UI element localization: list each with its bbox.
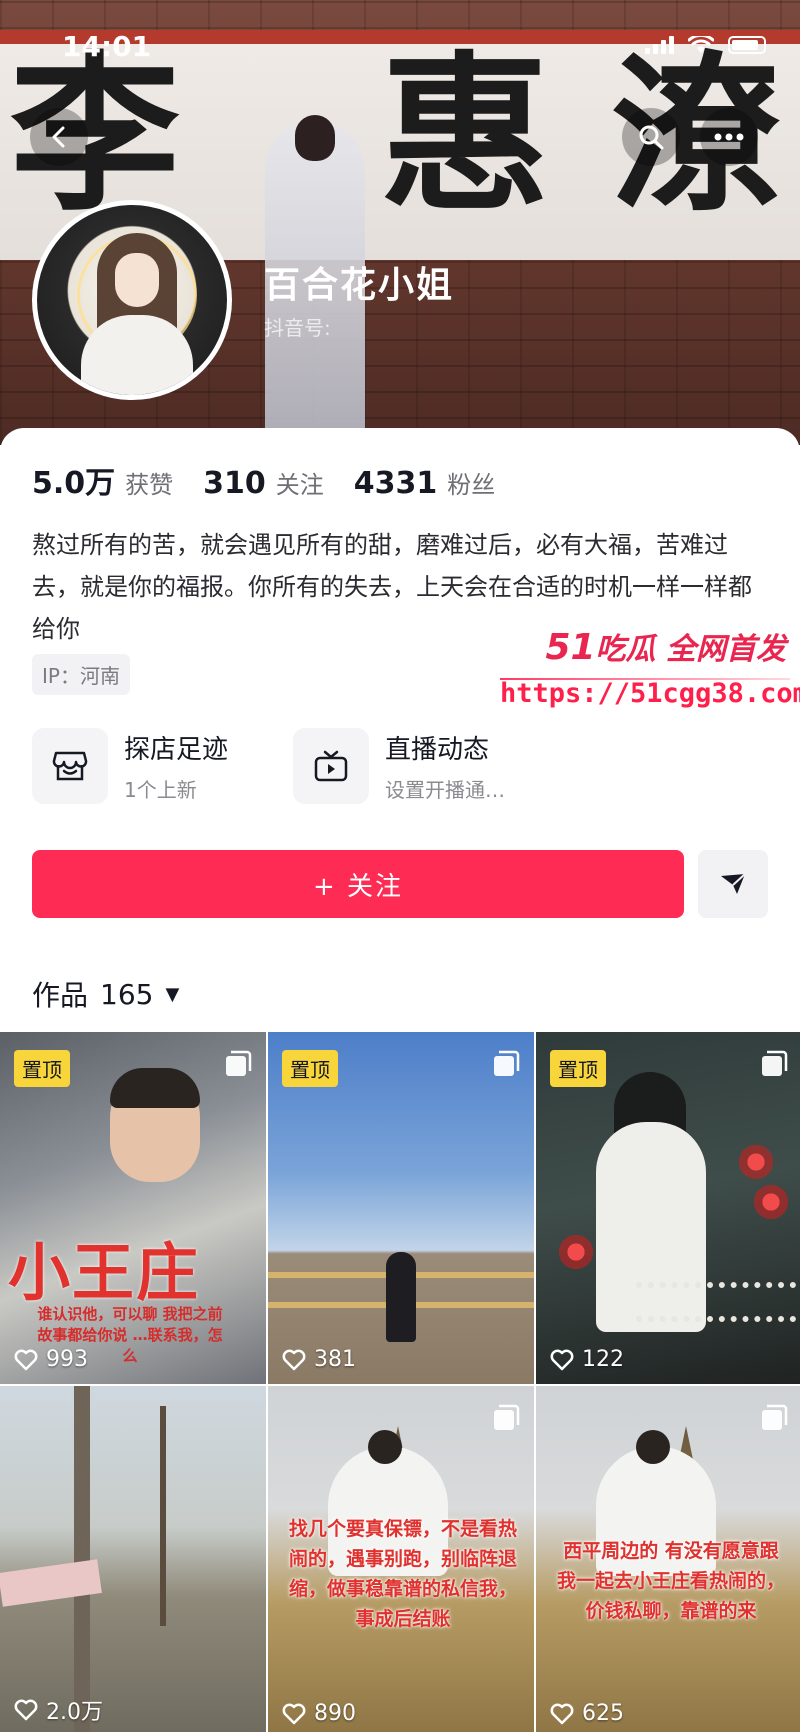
tile-bones <box>636 1282 796 1322</box>
stat-label: 粉丝 <box>447 471 496 499</box>
like-count: 381 <box>282 1347 356 1372</box>
feature-title: 探店足迹 <box>124 735 229 765</box>
heart-icon <box>550 1349 574 1370</box>
more-button[interactable] <box>700 108 758 166</box>
video-tile[interactable]: 找几个要真保镖，不是看热闹的，遇事别跑，别临阵退缩，做事稳靠谱的私信我，事成后结… <box>268 1386 534 1732</box>
chevron-left-icon <box>52 126 65 148</box>
heart-icon <box>14 1349 38 1370</box>
tv-icon <box>293 728 369 804</box>
profile-name: 百合花小姐 <box>264 265 455 306</box>
tile-overlay-text: 西平周边的 有没有愿意跟我一起去小王庄看热闹的，价钱私聊，靠谱的来 <box>556 1540 785 1622</box>
stat-value: 4331 <box>353 466 438 501</box>
tile-flower <box>736 1142 776 1182</box>
tile-tree <box>160 1406 166 1626</box>
watermark-brand-num: 51 <box>545 627 596 668</box>
watermark-overlay: 51吃瓜 全网首发 https://51cgg38.com <box>500 624 800 709</box>
tile-flower <box>556 1232 596 1272</box>
avatar-face <box>115 253 159 307</box>
stat-following[interactable]: 310 关注 <box>203 465 324 501</box>
like-count-value: 381 <box>314 1347 356 1372</box>
feature-subtitle: 1个上新 <box>124 778 197 802</box>
pinned-badge: 置顶 <box>282 1050 338 1087</box>
multi-image-icon <box>494 1404 520 1430</box>
video-tile[interactable]: 置顶 381 <box>268 1032 534 1384</box>
tile-pole <box>74 1386 90 1732</box>
heart-icon <box>14 1699 38 1721</box>
stat-value: 5.0万 <box>32 466 116 501</box>
caret-down-icon: ▼ <box>165 983 180 1005</box>
watermark-brand-text: 吃瓜 全网首发 <box>595 632 786 667</box>
tile-figure <box>386 1252 416 1342</box>
like-count: 625 <box>550 1701 624 1726</box>
video-tile[interactable]: 西平周边的 有没有愿意跟我一起去小王庄看热闹的，价钱私聊，靠谱的来 625 <box>536 1386 800 1732</box>
feature-store-visits[interactable]: 探店足迹 1个上新 <box>32 728 228 804</box>
heart-icon <box>550 1703 574 1724</box>
works-label: 作品 <box>32 979 89 1012</box>
like-count: 122 <box>550 1347 624 1372</box>
pinned-badge: 置顶 <box>550 1050 606 1087</box>
works-count: 165 <box>100 977 154 1011</box>
like-count: 2.0万 <box>14 1694 103 1726</box>
follow-button[interactable]: + 关注 <box>32 850 684 918</box>
search-button[interactable] <box>622 108 680 166</box>
tile-overlay-text: 找几个要真保镖，不是看热闹的，遇事别跑，别临阵退缩，做事稳靠谱的私信我，事成后结… <box>288 1518 517 1630</box>
watermark-rule <box>500 678 790 680</box>
like-count-value: 993 <box>46 1347 88 1372</box>
video-tile[interactable]: 2.0万 <box>0 1386 266 1732</box>
tile-figure-hair <box>636 1430 670 1464</box>
like-count-value: 890 <box>314 1701 356 1726</box>
tile-figure-hair <box>110 1068 200 1108</box>
tile-figure-hair <box>368 1430 402 1464</box>
ip-location-tag: IP：河南 <box>32 654 130 695</box>
battery-icon <box>728 36 766 54</box>
search-icon <box>639 125 664 150</box>
feature-live-updates[interactable]: 直播动态 设置开播通… <box>293 728 505 804</box>
like-count-value: 2.0万 <box>46 1700 103 1725</box>
like-count-value: 625 <box>582 1701 624 1726</box>
multi-image-icon <box>226 1050 252 1076</box>
video-tile[interactable]: 置顶 122 <box>536 1032 800 1384</box>
multi-image-icon <box>762 1404 788 1430</box>
tile-flower <box>751 1182 791 1222</box>
tab-works[interactable]: 作品 165 ▼ <box>32 974 179 1014</box>
multi-image-icon <box>494 1050 520 1076</box>
profile-id[interactable]: 抖音号: <box>264 312 331 341</box>
status-time: 14:01 <box>62 30 152 63</box>
multi-image-icon <box>762 1050 788 1076</box>
share-button[interactable] <box>698 850 768 918</box>
back-button[interactable] <box>30 108 88 166</box>
stat-followers[interactable]: 4331 粉丝 <box>354 465 496 501</box>
stat-label: 获赞 <box>125 471 174 499</box>
banner-figure-head <box>295 115 335 161</box>
feature-subtitle: 设置开播通… <box>385 778 505 802</box>
avatar-robe <box>81 315 193 395</box>
pinned-badge: 置顶 <box>14 1050 70 1087</box>
like-count: 993 <box>14 1347 88 1372</box>
signal-icon <box>645 36 674 54</box>
heart-icon <box>282 1349 306 1370</box>
wifi-icon <box>688 36 714 53</box>
more-dots-icon <box>714 133 744 141</box>
like-count: 890 <box>282 1701 356 1726</box>
works-grid: 置顶 小王庄 谁认识他，可以聊 我把之前故事都给你说 …联系我，怎么 993 置… <box>0 1032 800 1732</box>
watermark-brand: 51吃瓜 全网首发 <box>500 624 800 668</box>
feature-title: 直播动态 <box>385 735 490 765</box>
stat-label: 关注 <box>275 471 324 499</box>
status-bar: 14:01 <box>0 0 800 90</box>
profile-card: 5.0万 获赞 310 关注 4331 粉丝 熬过所有的苦，就会遇见所有的甜，磨… <box>0 428 800 1732</box>
avatar[interactable] <box>32 200 232 400</box>
shop-icon <box>32 728 108 804</box>
send-icon <box>721 873 746 894</box>
tile-overlay-title: 小王庄 <box>8 1236 201 1309</box>
stats-row: 5.0万 获赞 310 关注 4331 粉丝 <box>32 458 525 502</box>
watermark-url: https://51cgg38.com <box>500 678 800 709</box>
stat-likes[interactable]: 5.0万 获赞 <box>32 458 173 502</box>
status-icons <box>645 36 766 54</box>
like-count-value: 122 <box>582 1347 624 1372</box>
video-tile[interactable]: 置顶 小王庄 谁认识他，可以聊 我把之前故事都给你说 …联系我，怎么 993 <box>0 1032 266 1384</box>
heart-icon <box>282 1703 306 1724</box>
stat-value: 310 <box>203 466 266 501</box>
